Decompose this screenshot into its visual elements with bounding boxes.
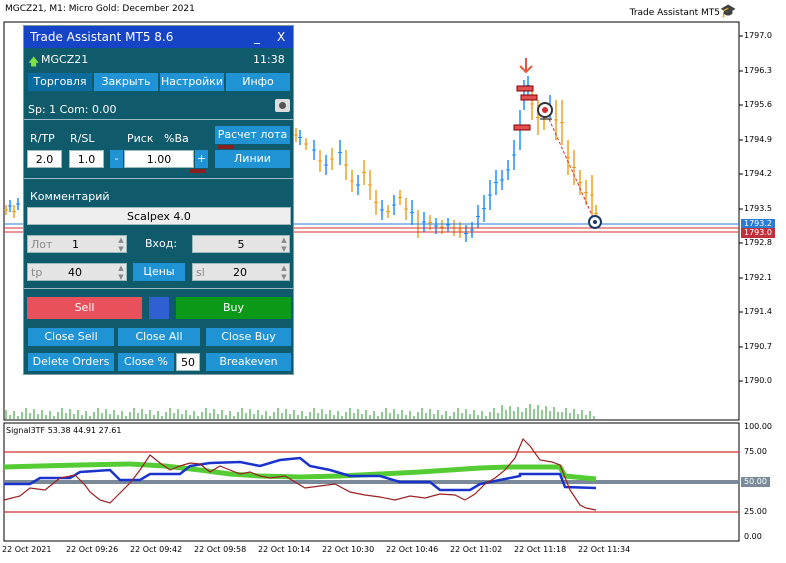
divider [24, 288, 293, 289]
risk-plus-button[interactable]: + [195, 150, 208, 168]
close-buy-button[interactable]: Close Buy [206, 328, 291, 346]
tp-label: tp [31, 266, 43, 279]
lot-label: Лот [31, 238, 53, 251]
arrow-up-icon: 🡅 [28, 55, 40, 68]
indicator-name-label: Signal3TF 53.38 44.91 27.61 [6, 426, 122, 435]
lines-button[interactable]: Линии [215, 150, 290, 168]
minimize-button[interactable]: _ [254, 30, 260, 44]
time-axis-label: 22 Oct 2021 [2, 545, 52, 554]
price-axis-label: 1796.3 [744, 66, 772, 75]
risk-percent-label: %Ba [164, 132, 189, 145]
calc-lot-indicator [218, 145, 234, 149]
panel-title: Trade Assistant MT5 8.6 [30, 30, 174, 44]
tab-settings[interactable]: Настройки [160, 73, 224, 91]
price-axis-label: 1793.5 [744, 204, 772, 213]
comment-input[interactable]: Scalpex 4.0 [27, 207, 291, 225]
time-axis-label: 22 Oct 10:46 [386, 545, 439, 554]
price-axis-label: 1792.1 [744, 273, 772, 282]
buy-button[interactable]: Buy [176, 297, 291, 319]
tp-field[interactable]: tp 40 ▲ ▼ [27, 263, 127, 281]
rsl-label: R/SL [70, 132, 95, 145]
sell-button[interactable]: Sell [27, 297, 142, 319]
close-percent-input[interactable]: 50 [176, 353, 200, 371]
price-axis-label: 1790.7 [744, 342, 772, 351]
entries-field[interactable]: 5 ▲ ▼ [192, 235, 290, 253]
rtp-label: R/TP [30, 132, 55, 145]
comment-label: Комментарий [30, 190, 110, 203]
tab-info[interactable]: Инфо [226, 73, 290, 91]
rtp-input[interactable]: 2.0 [27, 150, 62, 168]
price-axis-label: 1795.6 [744, 100, 772, 109]
indicator-axis-label: 0.00 [744, 532, 762, 541]
time-axis-label: 22 Oct 10:30 [322, 545, 375, 554]
price-axis-label: 1792.8 [744, 238, 772, 247]
spread-commission-label: Sp: 1 Com: 0.00 [28, 103, 117, 116]
time-axis-label: 22 Oct 11:02 [450, 545, 503, 554]
trade-assistant-panel[interactable]: Trade Assistant MT5 8.6 _ X 🡅 MGCZ21 11:… [23, 25, 294, 375]
symbol-label: MGCZ21 [41, 53, 89, 66]
close-percent-button[interactable]: Close % [118, 353, 174, 371]
price-axis-label: 1797.0 [744, 31, 772, 40]
rsl-input[interactable]: 1.0 [69, 150, 104, 168]
divider [24, 178, 293, 179]
delete-orders-button[interactable]: Delete Orders [28, 353, 114, 371]
risk-indicator [190, 169, 206, 173]
indicator-axis-label: 75.00 [744, 447, 767, 456]
entries-spinner[interactable]: ▲ ▼ [279, 236, 289, 254]
lot-input[interactable]: 1 [72, 236, 79, 254]
close-all-button[interactable]: Close All [118, 328, 200, 346]
divider [24, 119, 293, 120]
risk-input[interactable]: 1.00 [124, 150, 194, 168]
indicator-level-tag: 50.00 [741, 477, 770, 487]
tp-spinner[interactable]: ▲ ▼ [116, 264, 126, 282]
panel-title-bar[interactable]: Trade Assistant MT5 8.6 _ X [24, 26, 293, 48]
time-axis-label: 22 Oct 09:58 [194, 545, 247, 554]
camera-icon[interactable] [275, 99, 290, 112]
time-axis-label: 22 Oct 09:42 [130, 545, 183, 554]
entries-input[interactable]: 5 [238, 238, 245, 251]
indicator-axis-label: 100.00 [744, 422, 772, 431]
entries-label: Вход: [145, 237, 178, 250]
price-axis-label: 1790.0 [744, 376, 772, 385]
tab-trade[interactable]: Торговля [28, 73, 92, 91]
price-axis-label: 1791.4 [744, 307, 772, 316]
time-label: 11:38 [253, 53, 285, 66]
tp-input[interactable]: 40 [68, 264, 82, 282]
time-axis-label: 22 Oct 11:34 [578, 545, 631, 554]
price-axis-label: 1794.9 [744, 135, 772, 144]
sl-label: sl [196, 266, 205, 279]
time-axis-label: 22 Oct 11:18 [514, 545, 567, 554]
close-button[interactable]: X [277, 30, 285, 44]
price-axis-label: 1794.2 [744, 169, 772, 178]
sl-field[interactable]: sl 20 ▲ ▼ [192, 263, 290, 281]
order-type-toggle[interactable] [149, 297, 169, 319]
tab-close[interactable]: Закрыть [94, 73, 158, 91]
breakeven-button[interactable]: Breakeven [206, 353, 291, 371]
sl-input[interactable]: 20 [233, 264, 247, 282]
time-axis-label: 22 Oct 09:26 [66, 545, 119, 554]
time-axis-label: 22 Oct 10:14 [258, 545, 311, 554]
risk-minus-button[interactable]: - [110, 150, 123, 168]
lot-field[interactable]: Лот 1 ▲ ▼ [27, 235, 127, 253]
risk-label: Риск [127, 132, 154, 145]
calc-lot-button[interactable]: Расчет лота [215, 126, 290, 144]
close-sell-button[interactable]: Close Sell [28, 328, 114, 346]
prices-button[interactable]: Цены [133, 263, 185, 281]
sl-spinner[interactable]: ▲ ▼ [279, 264, 289, 282]
indicator-axis-label: 25.00 [744, 507, 767, 516]
lot-spinner[interactable]: ▲ ▼ [116, 236, 126, 254]
